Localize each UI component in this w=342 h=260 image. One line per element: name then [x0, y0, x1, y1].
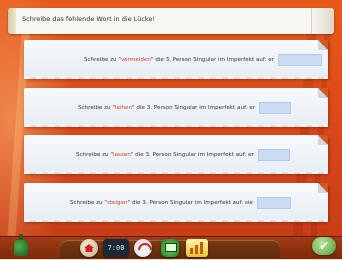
page-fold [318, 40, 328, 50]
sentence-verb: leihen [114, 105, 133, 111]
exercise-sentence: Schreibe zu " vermeiden " die 3. Person … [84, 54, 323, 66]
answer-field[interactable] [256, 197, 291, 209]
torn-edge [24, 77, 328, 79]
exercise-card-3: Schreibe zu " lassen " die 3. Person Sin… [24, 135, 328, 174]
sentence-prefix: Schreibe zu " [70, 200, 107, 206]
instruction-header: Schreibe das fehlende Wort in die Lücke! [8, 8, 334, 34]
torn-edge [24, 125, 328, 127]
page-fold [318, 88, 328, 98]
potion-bottle-icon [14, 234, 28, 256]
exercise-card-2: Schreibe zu " leihen " die 3. Person Sin… [24, 88, 328, 127]
sentence-verb: vermeiden [120, 57, 151, 63]
monitor-icon[interactable] [161, 239, 179, 257]
torn-edge [24, 172, 328, 174]
exercise-sentence: Schreibe zu " steigen " die 3. Person Si… [70, 197, 291, 209]
sentence-verb: lassen [112, 152, 131, 158]
exercise-card-4: Schreibe zu " steigen " die 3. Person Si… [24, 183, 328, 222]
header-left-cap [8, 8, 16, 34]
instruction-title: Schreibe das fehlende Wort in die Lücke! [22, 15, 156, 23]
sentence-suffix: " die 3. Person Singular im Imperfekt au… [127, 200, 253, 206]
sentence-prefix: Schreibe zu " [84, 57, 121, 63]
chart-bar [200, 242, 203, 254]
gauge-icon[interactable] [134, 239, 152, 257]
clock-icon[interactable]: 7:00 [103, 239, 129, 257]
sentence-suffix: " die 3. Person Singular im Imperfekt au… [150, 57, 275, 63]
check-button[interactable]: ✔ [312, 237, 336, 255]
chart-bar [190, 248, 193, 254]
home-icon[interactable] [80, 239, 98, 257]
sentence-prefix: Schreibe zu " [76, 152, 113, 158]
page-fold [318, 183, 328, 193]
answer-field[interactable] [278, 54, 323, 66]
exercise-sentence: Schreibe zu " leihen " die 3. Person Sin… [78, 102, 292, 114]
sentence-prefix: Schreibe zu " [78, 105, 115, 111]
sentence-verb: steigen [106, 200, 128, 206]
answer-field[interactable] [259, 102, 292, 114]
torn-edge [24, 220, 328, 222]
exercise-sentence: Schreibe zu " lassen " die 3. Person Sin… [76, 149, 290, 161]
header-right-cap [311, 8, 334, 34]
chart-icon[interactable] [186, 239, 208, 257]
sentence-suffix: " die 3. Person Singular im Imperfekt au… [130, 152, 254, 158]
answer-field[interactable] [257, 149, 290, 161]
exercise-card-1: Schreibe zu " vermeiden " die 3. Person … [24, 40, 328, 79]
sentence-suffix: " die 3. Person Singular im Imperfekt au… [132, 105, 256, 111]
page-fold [318, 135, 328, 145]
bottle-body [14, 240, 28, 256]
chart-bar [195, 245, 198, 254]
